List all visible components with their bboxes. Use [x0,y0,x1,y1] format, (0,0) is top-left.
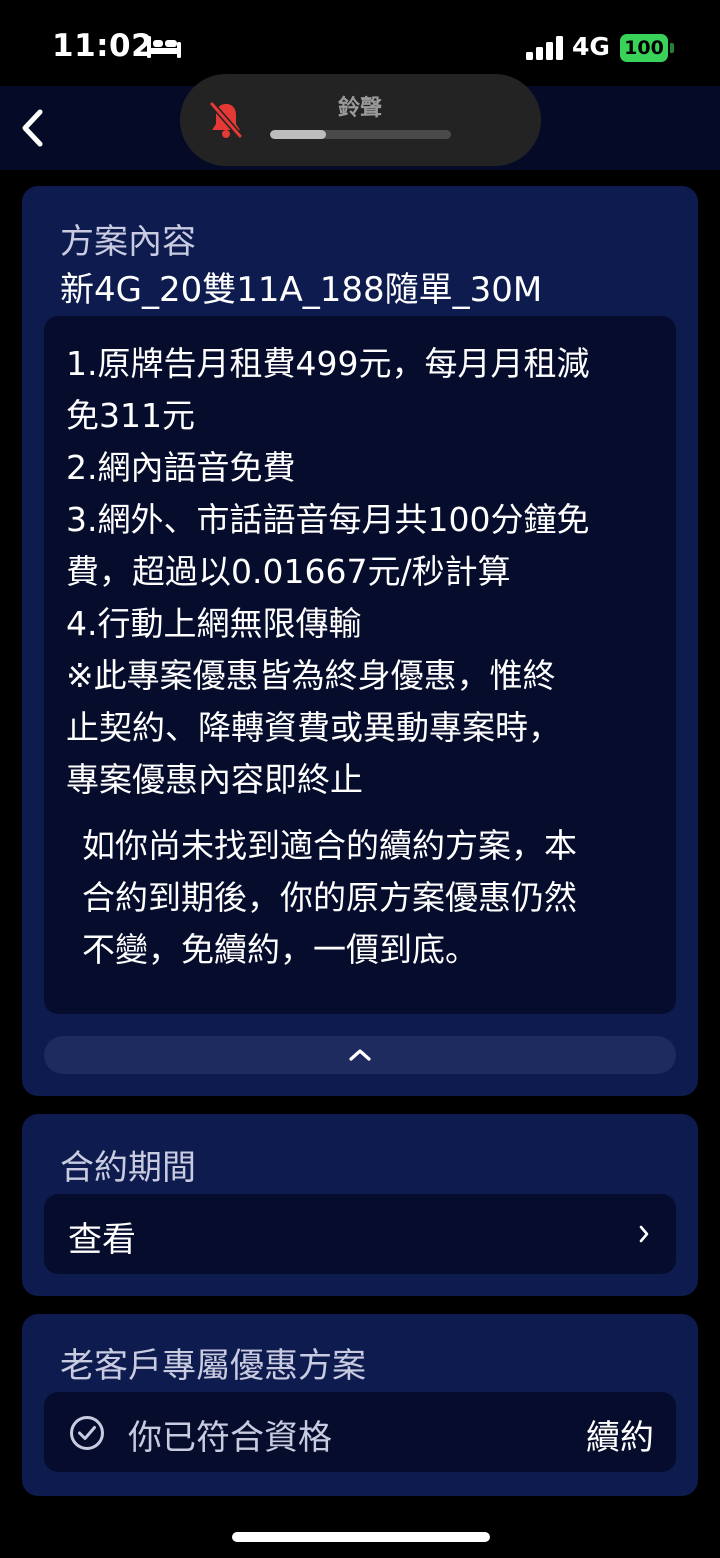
chevron-up-icon [349,1049,371,1061]
plan-detail-line: 止契約、降轉資費或異動專案時， [66,708,561,747]
plan-detail-line: 4.行動上網無限傳輸 [66,604,362,643]
check-circle-icon [70,1416,104,1450]
plan-section-title: 方案內容 [60,222,196,262]
renew-note: 如你尚未找到適合的續約方案，本 合約到期後，你的原方案優惠仍然 不變，免續約，一… [82,820,652,976]
plan-detail-line: 2.網內語音免費 [66,448,296,487]
eligibility-row: 你已符合資格 續約 [44,1392,676,1472]
plan-detail-line: 專案優惠內容即終止 [66,760,363,799]
plan-detail-line: 費，超過以0.01667元/秒計算 [66,552,511,591]
contract-section-title: 合約期間 [60,1148,196,1188]
renew-button[interactable]: 續約 [586,1408,654,1461]
back-chevron-icon [22,109,43,147]
collapse-button[interactable] [44,1036,676,1074]
bed-icon [147,36,181,58]
signal-icon [526,36,563,60]
battery-level: 100 [620,34,668,62]
plan-detail-line: ※此專案優惠皆為終身優惠，惟終 [66,656,556,695]
eligibility-label: 你已符合資格 [128,1418,332,1458]
network-type: 4G [572,32,610,61]
renew-note-line: 如你尚未找到適合的續約方案，本 [82,826,577,865]
ringer-volume-slider[interactable] [270,130,451,139]
status-time: 11:02 [52,28,154,64]
battery-icon: 100 [620,34,674,62]
back-button[interactable] [10,102,54,154]
app-screen: 11:02 4G 100 鈴聲 方案內容 新4G_20雙11A_188隨單_30… [0,0,720,1558]
ringer-volume-fill [270,130,327,139]
plan-detail-line: 1.原牌告月租費499元，每月月租減 [66,344,590,383]
offer-section-title: 老客戶專屬優惠方案 [60,1346,366,1386]
view-contract-row[interactable]: 查看 [44,1194,676,1274]
loyalty-offer-card: 老客戶專屬優惠方案 你已符合資格 續約 [22,1314,698,1496]
plan-name: 新4G_20雙11A_188隨單_30M [60,270,543,310]
bell-slash-icon [209,102,243,138]
contract-period-card: 合約期間 查看 [22,1114,698,1296]
renew-note-line: 合約到期後，你的原方案優惠仍然 [82,878,577,917]
plan-content-card: 方案內容 新4G_20雙11A_188隨單_30M 1.原牌告月租費499元，每… [22,186,698,1096]
plan-detail-line: 免311元 [66,396,195,435]
ringer-label: 鈴聲 [337,96,382,121]
view-contract-label: 查看 [68,1220,136,1260]
plan-detail-list: 1.原牌告月租費499元，每月月租減 免311元 2.網內語音免費 3.網外、市… [66,338,660,806]
chevron-right-icon [639,1225,649,1243]
plan-detail-line: 3.網外、市話語音每月共100分鐘免 [66,500,590,539]
battery-tip [670,43,674,53]
ringer-overlay: 鈴聲 [180,74,541,166]
renew-note-line: 不變，免續約，一價到底。 [82,930,478,969]
home-indicator[interactable] [232,1532,490,1542]
plan-detail-panel: 1.原牌告月租費499元，每月月租減 免311元 2.網內語音免費 3.網外、市… [44,316,676,1014]
